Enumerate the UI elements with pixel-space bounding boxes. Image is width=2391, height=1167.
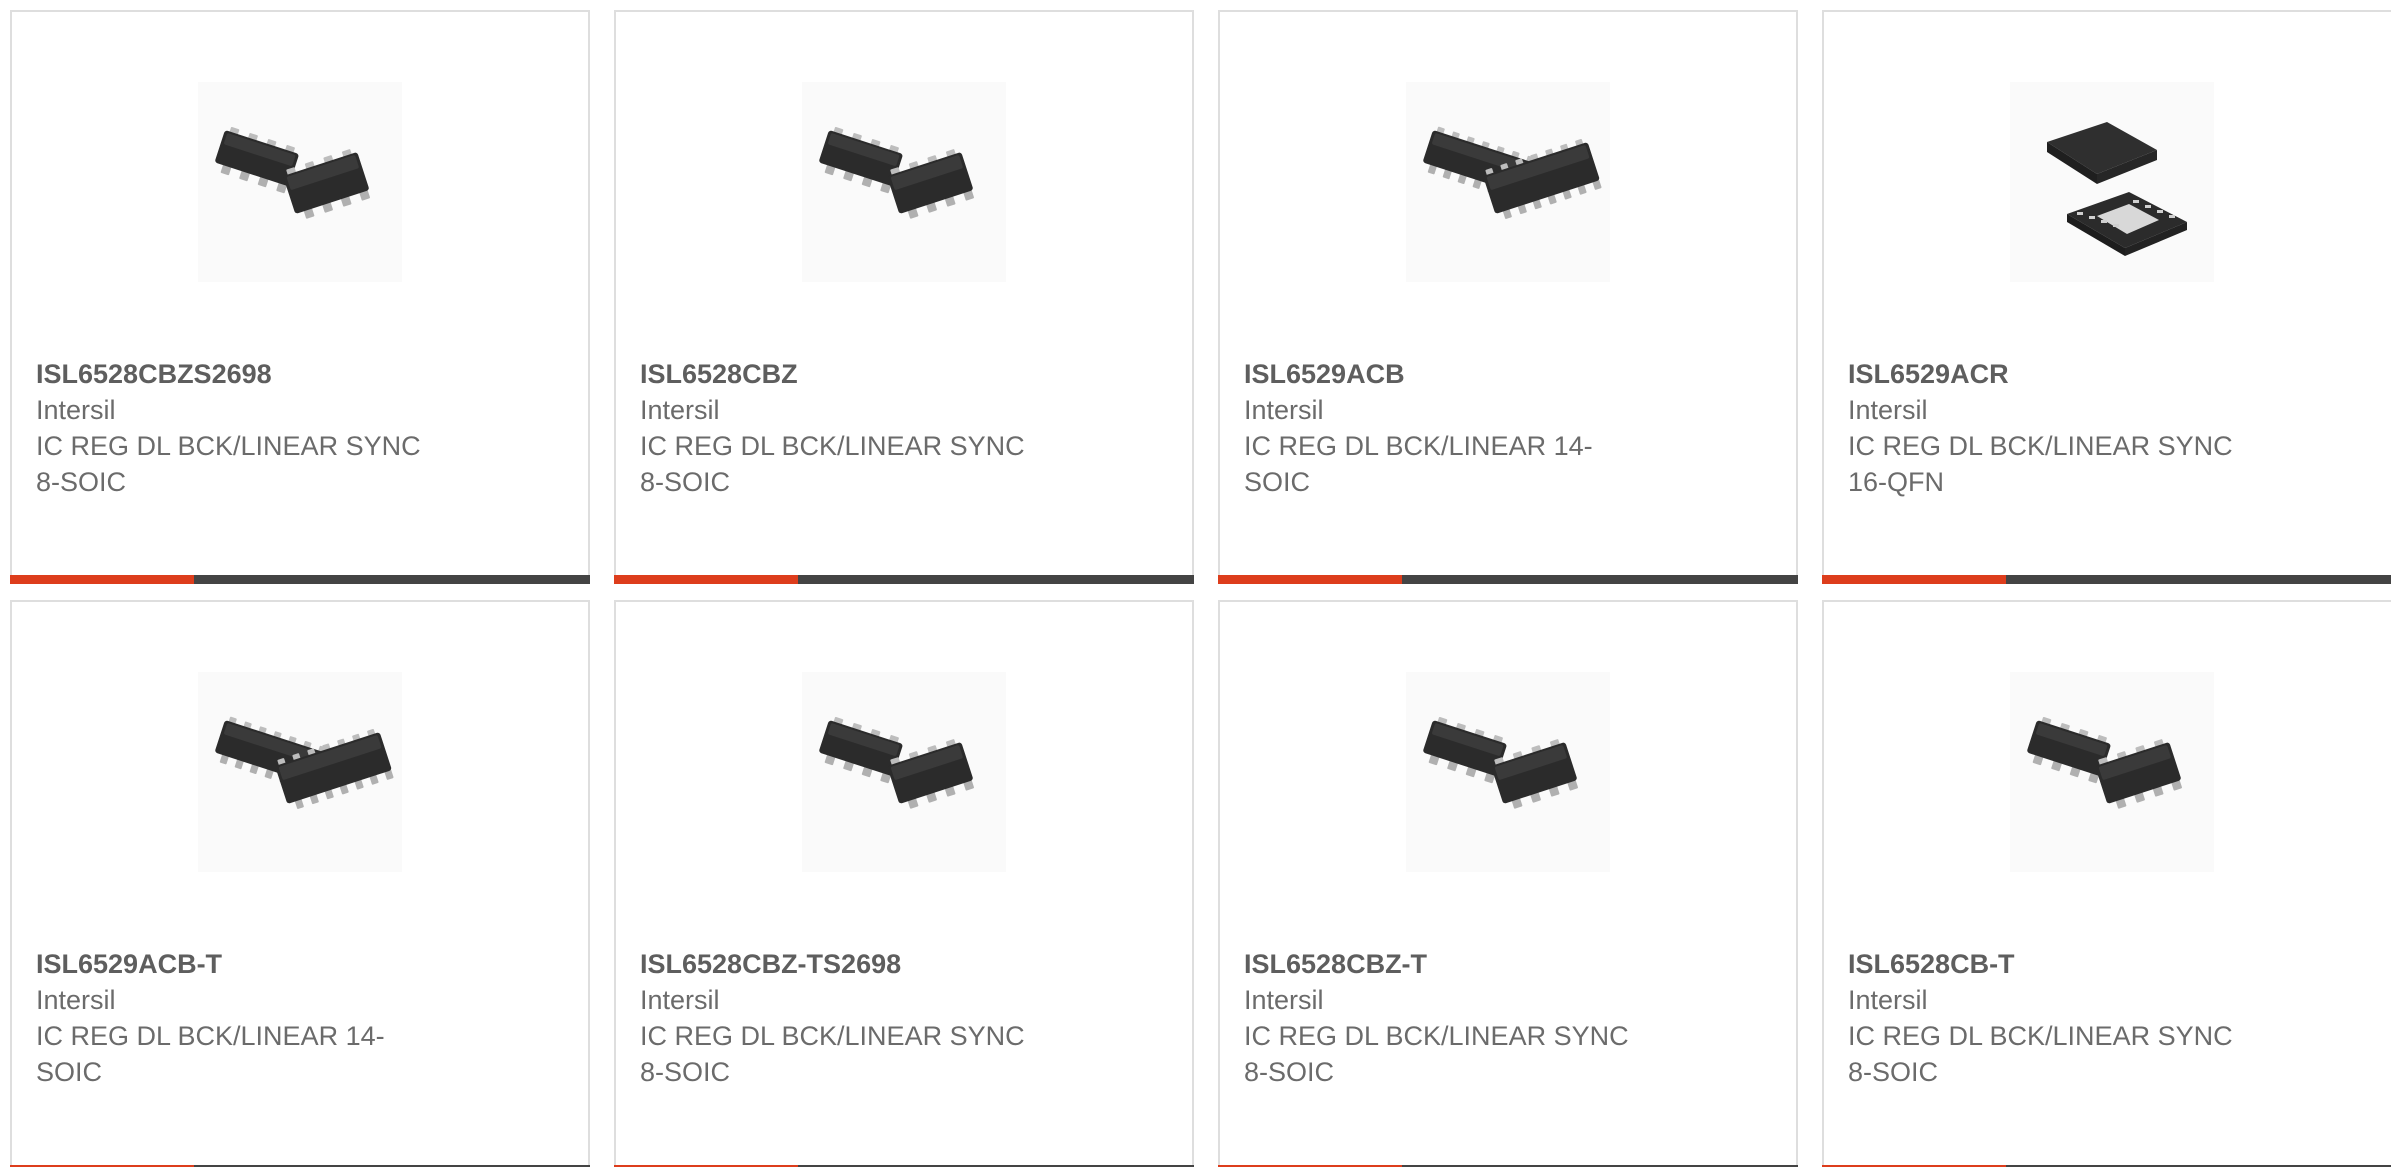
product-image	[802, 672, 1006, 872]
product-card[interactable]: ISL6529ACB-T Intersil IC REG DL BCK/LINE…	[10, 600, 590, 1167]
card-accent-bar	[10, 575, 194, 584]
product-part-number[interactable]: ISL6529ACB-T	[36, 946, 456, 982]
product-image	[198, 82, 402, 282]
product-description: IC REG DL BCK/LINEAR SYNC 8-SOIC	[36, 431, 421, 497]
product-card[interactable]: ISL6529ACB Intersil IC REG DL BCK/LINEAR…	[1218, 10, 1798, 584]
soic-8-chip-icon	[1413, 682, 1603, 862]
product-description: IC REG DL BCK/LINEAR SYNC 8-SOIC	[1848, 1021, 2233, 1087]
product-info: ISL6528CBZ-TS2698 Intersil IC REG DL BCK…	[640, 946, 1060, 1090]
product-image	[1406, 672, 1610, 872]
product-grid: ISL6528CBZS2698 Intersil IC REG DL BCK/L…	[10, 10, 2391, 1167]
card-footer-bar	[614, 575, 1194, 584]
product-card[interactable]: ISL6528CBZ-TS2698 Intersil IC REG DL BCK…	[614, 600, 1194, 1167]
product-card[interactable]: ISL6528CBZS2698 Intersil IC REG DL BCK/L…	[10, 10, 590, 584]
product-manufacturer: Intersil	[640, 395, 720, 425]
product-part-number[interactable]: ISL6529ACB	[1244, 356, 1664, 392]
soic-8-chip-icon	[809, 92, 999, 272]
product-manufacturer: Intersil	[1244, 395, 1324, 425]
product-description: IC REG DL BCK/LINEAR SYNC 8-SOIC	[640, 431, 1025, 497]
product-manufacturer: Intersil	[1244, 985, 1324, 1015]
product-description: IC REG DL BCK/LINEAR SYNC 8-SOIC	[1244, 1021, 1629, 1087]
product-manufacturer: Intersil	[36, 985, 116, 1015]
product-part-number[interactable]: ISL6528CBZ-TS2698	[640, 946, 1060, 982]
product-description: IC REG DL BCK/LINEAR SYNC 16-QFN	[1848, 431, 2233, 497]
product-image	[198, 672, 402, 872]
soic-14-chip-icon	[1413, 92, 1603, 272]
product-image	[1406, 82, 1610, 282]
card-footer-bar	[1822, 575, 2391, 584]
product-info: ISL6528CBZ Intersil IC REG DL BCK/LINEAR…	[640, 356, 1060, 500]
soic-8-chip-icon	[2017, 682, 2207, 862]
product-manufacturer: Intersil	[1848, 985, 1928, 1015]
product-manufacturer: Intersil	[1848, 395, 1928, 425]
card-accent-bar	[1822, 575, 2006, 584]
product-description: IC REG DL BCK/LINEAR 14- SOIC	[36, 1021, 385, 1087]
product-part-number[interactable]: ISL6528CBZS2698	[36, 356, 456, 392]
product-info: ISL6528CBZ-T Intersil IC REG DL BCK/LINE…	[1244, 946, 1664, 1090]
product-part-number[interactable]: ISL6528CBZ	[640, 356, 1060, 392]
product-part-number[interactable]: ISL6528CB-T	[1848, 946, 2268, 982]
card-accent-bar	[1218, 575, 1402, 584]
soic-8-chip-icon	[205, 92, 395, 272]
product-info: ISL6529ACB Intersil IC REG DL BCK/LINEAR…	[1244, 356, 1664, 500]
product-manufacturer: Intersil	[36, 395, 116, 425]
product-info: ISL6529ACR Intersil IC REG DL BCK/LINEAR…	[1848, 356, 2268, 500]
product-image	[802, 82, 1006, 282]
product-info: ISL6528CB-T Intersil IC REG DL BCK/LINEA…	[1848, 946, 2268, 1090]
product-part-number[interactable]: ISL6529ACR	[1848, 356, 2268, 392]
card-footer-bar	[1218, 575, 1798, 584]
soic-8-chip-icon	[809, 682, 999, 862]
soic-14-chip-icon	[205, 682, 395, 862]
product-manufacturer: Intersil	[640, 985, 720, 1015]
product-info: ISL6528CBZS2698 Intersil IC REG DL BCK/L…	[36, 356, 456, 500]
product-part-number[interactable]: ISL6528CBZ-T	[1244, 946, 1664, 982]
card-accent-bar	[614, 575, 798, 584]
product-info: ISL6529ACB-T Intersil IC REG DL BCK/LINE…	[36, 946, 456, 1090]
product-card[interactable]: ISL6528CB-T Intersil IC REG DL BCK/LINEA…	[1822, 600, 2391, 1167]
qfn-16-chip-icon	[2017, 92, 2207, 272]
product-card[interactable]: ISL6529ACR Intersil IC REG DL BCK/LINEAR…	[1822, 10, 2391, 584]
product-card[interactable]: ISL6528CBZ Intersil IC REG DL BCK/LINEAR…	[614, 10, 1194, 584]
product-card[interactable]: ISL6528CBZ-T Intersil IC REG DL BCK/LINE…	[1218, 600, 1798, 1167]
product-image	[2010, 82, 2214, 282]
product-description: IC REG DL BCK/LINEAR SYNC 8-SOIC	[640, 1021, 1025, 1087]
card-footer-bar	[10, 575, 590, 584]
product-image	[2010, 672, 2214, 872]
product-description: IC REG DL BCK/LINEAR 14- SOIC	[1244, 431, 1593, 497]
